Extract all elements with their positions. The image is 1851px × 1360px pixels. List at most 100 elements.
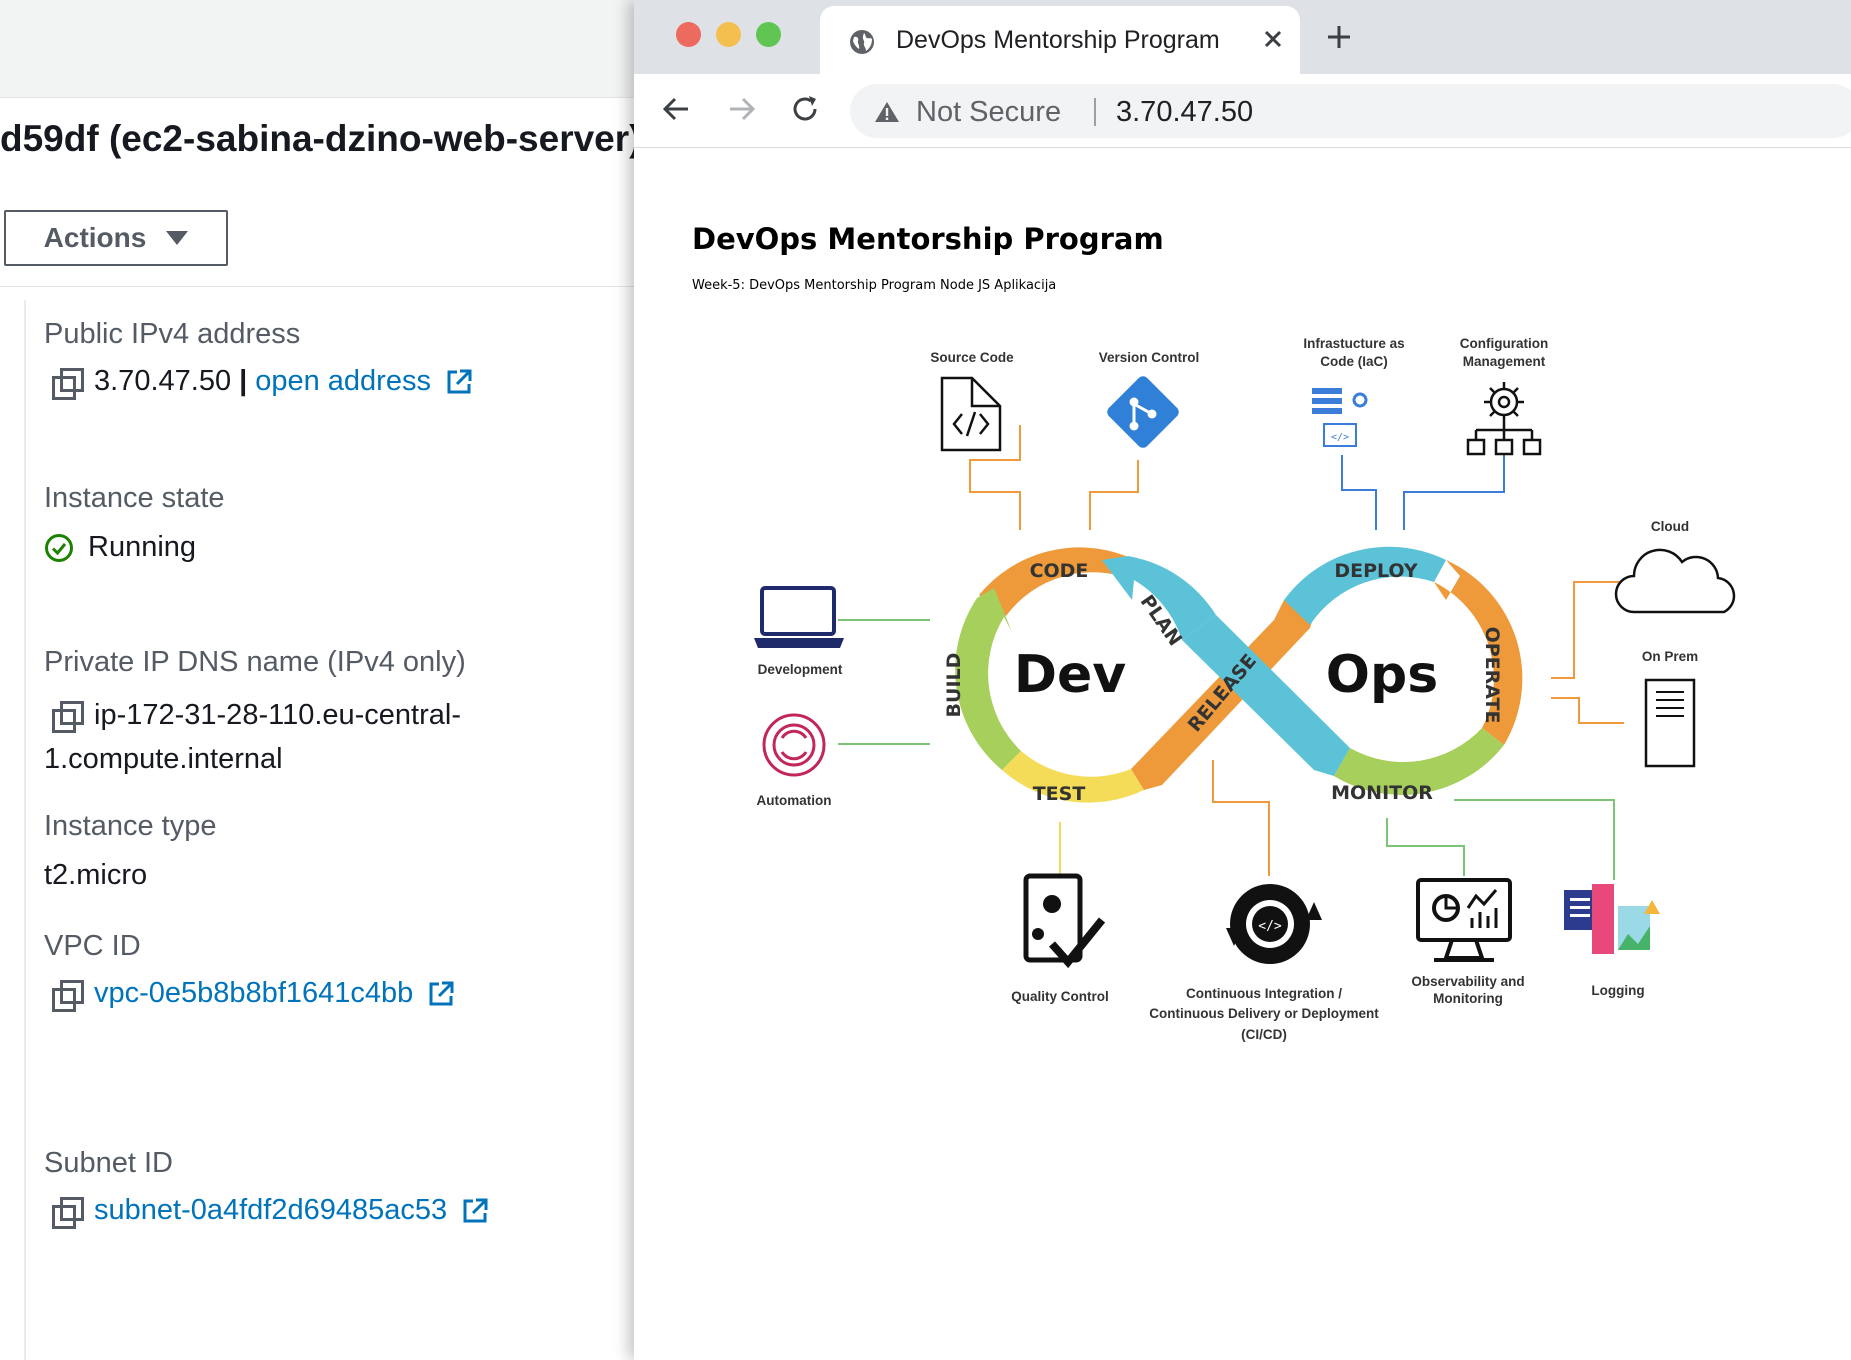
instance-state-label: Instance state — [44, 482, 225, 514]
source-code-label: Source Code — [930, 350, 1014, 365]
observability-line — [1386, 818, 1465, 876]
development-label: Development — [758, 662, 843, 677]
automation-label: Automation — [757, 793, 832, 808]
actions-label: Actions — [43, 222, 147, 253]
address-bar[interactable]: Not Secure 3.70.47.50 — [850, 84, 1851, 138]
new-tab-plus-icon[interactable] — [1324, 22, 1354, 52]
subnet-field: Subnet ID subnet-0a4fdf2d69485ac53 — [44, 1147, 489, 1229]
private-dns-line2: 1.compute.internal — [44, 743, 283, 775]
vpc-field: VPC ID vpc-0e5b8b8bf1641c4bb — [44, 930, 455, 1012]
caret-down-icon — [166, 231, 189, 245]
source-code-line — [969, 460, 1021, 530]
logging-label: Logging — [1591, 983, 1644, 998]
quality-control-label: Quality Control — [1011, 989, 1109, 1004]
public-ip-label: Public IPv4 address — [44, 318, 301, 350]
browser-window: DevOps Mentorship Program Not Secure 3.7… — [634, 0, 1851, 1360]
column-divider — [24, 300, 26, 1360]
back-arrow-icon[interactable] — [660, 92, 694, 126]
external-link-icon[interactable] — [461, 1197, 489, 1225]
tab-strip: DevOps Mentorship Program — [634, 0, 1851, 74]
aws-instance-details-panel: d59df (ec2-sabina-dzino-web-server) Acti… — [0, 0, 634, 1360]
instance-type-value: t2.micro — [44, 859, 148, 891]
configuration-gear-icon — [1466, 382, 1542, 456]
window-minimize-button[interactable] — [716, 22, 741, 47]
cicd-line — [1212, 760, 1270, 876]
on-prem-line — [1551, 697, 1624, 724]
copy-icon[interactable] — [52, 979, 84, 1012]
cicd-label-line2: Continuous Delivery or Deployment — [1149, 1006, 1379, 1021]
copy-icon[interactable] — [52, 701, 84, 733]
tab-title: DevOps Mentorship Program — [896, 26, 1220, 54]
private-dns-line1: ip-172-31-28-110.eu-central- — [94, 699, 462, 731]
actions-dropdown-button[interactable]: Actions — [4, 210, 228, 266]
divider — [0, 286, 634, 287]
private-dns-field: Private IP DNS name (IPv4 only) ip-172-3… — [44, 646, 466, 781]
deploy-segment — [1284, 546, 1446, 625]
devops-infinity-diagram: CODE PLAN BUILD TEST RELEASE DEPLOY OPER… — [754, 336, 1736, 1042]
laptop-icon — [754, 586, 844, 648]
subnet-label: Subnet ID — [44, 1147, 173, 1179]
copy-icon[interactable] — [52, 1196, 84, 1229]
segment-test-label: TEST — [1033, 783, 1086, 805]
instance-title: d59df (ec2-sabina-dzino-web-server) — [0, 118, 634, 159]
operate-segment — [1434, 560, 1523, 745]
config-label-line1: Configuration — [1460, 336, 1548, 351]
segment-code-label: CODE — [1030, 560, 1089, 582]
vpc-label: VPC ID — [44, 930, 141, 962]
warning-triangle-icon[interactable] — [874, 100, 900, 124]
subnet-link[interactable]: subnet-0a4fdf2d69485ac53 — [94, 1194, 447, 1227]
on-prem-label: On Prem — [1642, 649, 1698, 664]
automation-gear-icon — [762, 713, 826, 777]
separator: | — [239, 365, 248, 397]
instance-type-field: Instance type t2.micro — [44, 810, 217, 892]
close-tab-icon[interactable] — [1260, 26, 1286, 52]
config-line — [1403, 455, 1505, 530]
server-icon — [1644, 678, 1696, 768]
instance-type-label: Instance type — [44, 810, 217, 842]
iac-line — [1341, 455, 1377, 530]
subnet-value-row: subnet-0a4fdf2d69485ac53 — [44, 1194, 489, 1229]
omnibox-divider — [1094, 98, 1096, 126]
segment-monitor-label: MONITOR — [1331, 782, 1433, 804]
cicd-label-line1: Continuous Integration / — [1186, 986, 1342, 1001]
vpc-link[interactable]: vpc-0e5b8b8bf1641c4bb — [94, 977, 413, 1010]
cloud-line — [1551, 581, 1624, 679]
version-control-label: Version Control — [1099, 350, 1200, 365]
source-code-icon — [940, 376, 1002, 452]
forward-arrow-icon[interactable] — [724, 92, 758, 126]
iac-icon: </> — [1312, 388, 1368, 447]
logging-line — [1454, 799, 1615, 880]
copy-icon[interactable] — [52, 367, 84, 400]
private-dns-label: Private IP DNS name (IPv4 only) — [44, 646, 466, 678]
page-subheading: Week-5: DevOps Mentorship Program Node J… — [692, 278, 1057, 293]
svg-text:</>: </> — [1331, 432, 1349, 443]
open-address-link[interactable]: open address — [255, 365, 431, 398]
instance-state-value: Running — [88, 531, 197, 563]
ops-label: Ops — [1326, 645, 1438, 705]
tab-devops-mentorship[interactable]: DevOps Mentorship Program — [820, 6, 1300, 74]
public-ip-value-row: 3.70.47.50 | open address — [44, 365, 473, 400]
logging-illustration-icon — [1564, 884, 1660, 954]
iac-label-line2: Code (IaC) — [1320, 354, 1388, 369]
url-text[interactable]: 3.70.47.50 — [1116, 96, 1253, 129]
build-segment — [955, 588, 1021, 770]
cloud-icon — [1614, 548, 1736, 614]
check-circle-icon — [45, 533, 73, 562]
segment-operate-label: OPERATE — [1481, 627, 1503, 724]
svg-text:</>: </> — [1258, 919, 1282, 934]
browser-toolbar: Not Secure 3.70.47.50 — [634, 74, 1851, 148]
not-secure-label[interactable]: Not Secure — [916, 96, 1061, 129]
external-link-icon[interactable] — [427, 980, 455, 1008]
git-icon — [1107, 376, 1179, 448]
instance-state-field: Instance state Running — [44, 482, 225, 564]
console-header-bar — [0, 0, 634, 98]
monitoring-screen-icon — [1416, 878, 1512, 962]
window-close-button[interactable] — [676, 22, 701, 47]
quality-control-icon — [1023, 873, 1106, 969]
config-label-line2: Management — [1463, 354, 1546, 369]
external-link-icon[interactable] — [445, 368, 473, 396]
window-maximize-button[interactable] — [756, 22, 781, 47]
private-dns-value: ip-172-31-28-110.eu-central- 1.compute.i… — [44, 693, 466, 781]
page-heading: DevOps Mentorship Program — [692, 222, 1164, 256]
reload-icon[interactable] — [788, 92, 822, 126]
